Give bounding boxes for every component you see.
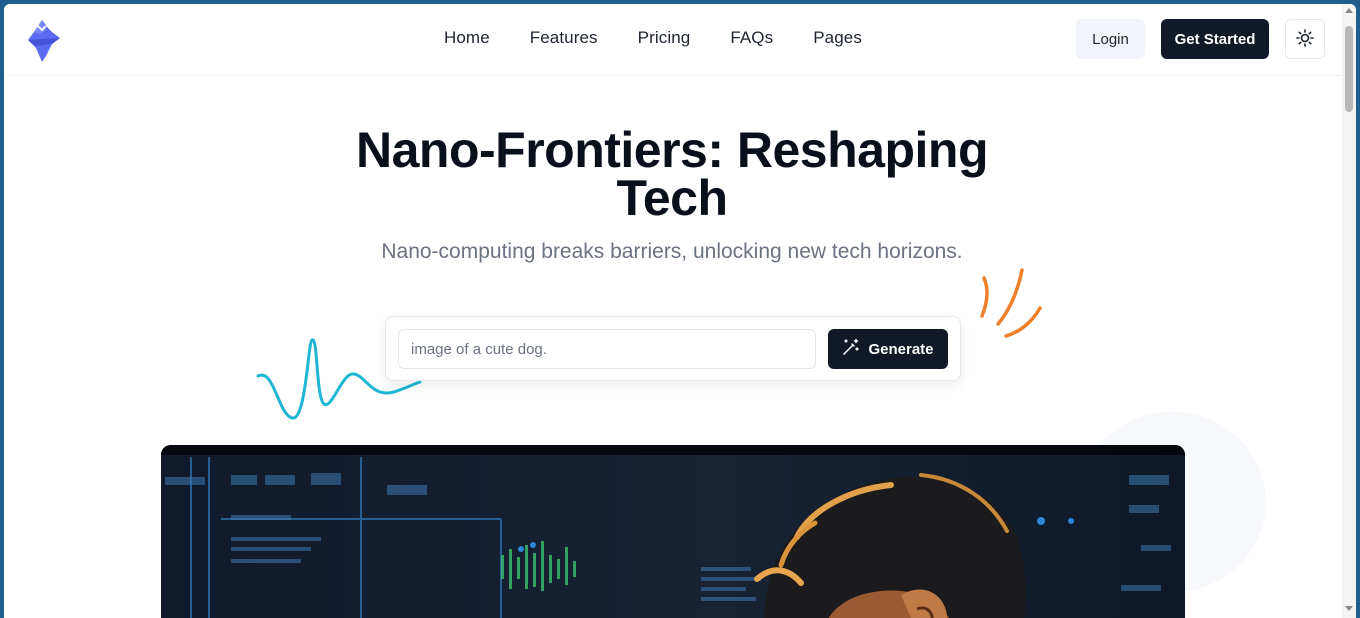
browser-window: Home Features Pricing FAQs Pages Login G…: [4, 4, 1356, 618]
login-button[interactable]: Login: [1076, 19, 1145, 59]
get-started-button[interactable]: Get Started: [1161, 19, 1269, 59]
nav-pages[interactable]: Pages: [813, 28, 862, 48]
scroll-down-arrow-icon[interactable]: [1345, 606, 1353, 611]
hero-title: Nano-Frontiers: Reshaping Tech: [356, 122, 988, 226]
main-nav: Home Features Pricing FAQs Pages: [444, 28, 902, 48]
accent-marks-decoration: [970, 264, 1050, 344]
nav-home[interactable]: Home: [444, 28, 490, 48]
hero-subtitle: Nano-computing breaks barriers, unlockin…: [381, 240, 963, 263]
nav-faqs[interactable]: FAQs: [730, 28, 773, 48]
nav-pricing[interactable]: Pricing: [638, 28, 691, 48]
logo-icon[interactable]: [24, 18, 64, 62]
scroll-up-arrow-icon[interactable]: [1345, 8, 1353, 13]
prompt-input[interactable]: [398, 329, 816, 369]
generate-button[interactable]: Generate: [828, 329, 948, 369]
nav-features[interactable]: Features: [530, 28, 598, 48]
hero-image: [161, 445, 1185, 618]
image-generator-form: Generate: [385, 316, 961, 381]
page-scrollbar[interactable]: [1342, 4, 1356, 618]
magic-wand-icon: [842, 338, 860, 360]
scroll-thumb[interactable]: [1345, 26, 1353, 112]
generate-button-label: Generate: [868, 340, 934, 358]
site-header: Home Features Pricing FAQs Pages Login G…: [4, 4, 1342, 76]
sun-icon: [1296, 28, 1314, 50]
theme-toggle-button[interactable]: [1285, 19, 1325, 59]
